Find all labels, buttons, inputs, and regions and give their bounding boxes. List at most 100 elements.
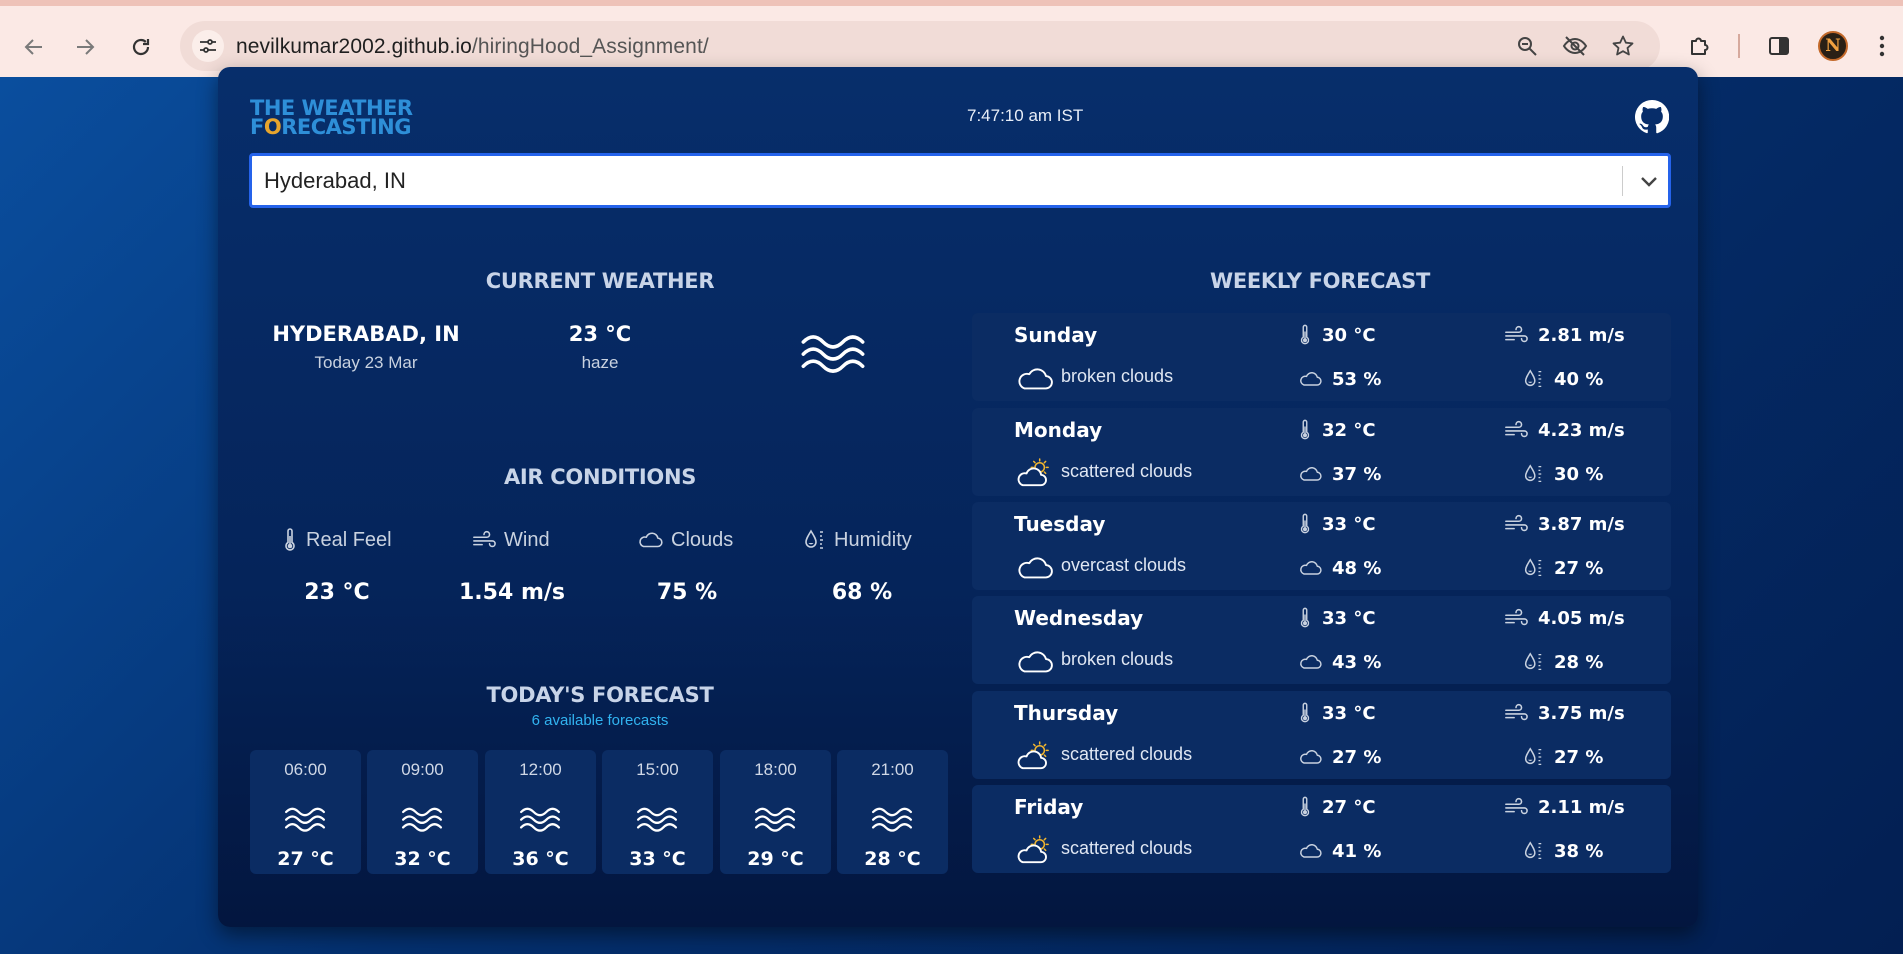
weekly-humidity-value: 40 % [1554,368,1604,390]
weekly-wind-value: 2.11 m/s [1538,796,1625,818]
reload-icon[interactable] [124,30,158,64]
current-description: haze [581,353,619,372]
hourly-forecast-card: 21:00 28 °C [837,750,948,874]
weekly-clouds: 53 % [1298,367,1381,391]
back-icon[interactable] [17,30,51,64]
weekly-clouds-value: 37 % [1332,463,1382,485]
weekly-humidity: 27 % [1522,745,1603,769]
url-text[interactable]: nevilkumar2002.github.io/hiringHood_Assi… [236,35,709,59]
github-icon[interactable] [1634,99,1670,134]
weekly-humidity-value: 30 % [1554,463,1604,485]
weekly-clouds-value: 41 % [1332,840,1382,862]
bookmark-star-icon[interactable] [1610,33,1636,59]
logo-letter-f: F [250,115,264,139]
weekly-temp-value: 33 °C [1322,702,1376,724]
haze-icon [871,804,913,834]
eye-off-icon[interactable] [1562,33,1588,59]
wind-icon [472,530,496,550]
wind-icon [1504,608,1528,628]
haze-icon [636,804,678,834]
weekly-wind-value: 3.87 m/s [1538,513,1625,535]
weekly-wind-value: 4.23 m/s [1538,419,1625,441]
humidity-icon [1522,463,1544,485]
hourly-time: 09:00 [401,760,444,779]
logo-line-2: FORECASTING [250,115,413,139]
humidity-icon [1522,746,1544,768]
hourly-forecast-card: 12:00 36 °C [485,750,596,874]
air-label-clouds: Clouds [637,528,733,552]
hourly-temperature: 27 °C [277,848,334,870]
cloud-icon [1298,465,1322,483]
profile-avatar[interactable]: N [1818,31,1848,61]
hourly-forecast-card: 18:00 29 °C [720,750,831,874]
weekly-description: overcast clouds [1061,555,1187,575]
weekly-clouds: 41 % [1298,839,1381,863]
address-bar[interactable]: nevilkumar2002.github.io/hiringHood_Assi… [180,21,1660,71]
cloud-icon [637,530,663,550]
weekly-wind-value: 3.75 m/s [1538,702,1625,724]
thermometer-icon [282,528,298,552]
thermometer-icon [1298,513,1312,535]
weekly-day: Friday [1014,795,1084,819]
haze-icon [800,330,866,376]
hourly-time: 06:00 [284,760,327,779]
city-search-input[interactable] [264,165,1614,197]
hourly-temperature: 33 °C [629,848,686,870]
air-label-wind: Wind [472,528,550,552]
hourly-time: 21:00 [871,760,914,779]
air-value-wind: 1.54 m/s [459,580,565,605]
thermometer-icon [1298,702,1312,724]
air-conditions-heading: AIR CONDITIONS [503,465,697,489]
humidity-icon [1522,840,1544,862]
weekly-humidity: 38 % [1522,839,1603,863]
weekly-temp: 33 °C [1298,701,1376,725]
wind-icon [1504,797,1528,817]
hourly-forecast-card: 09:00 32 °C [367,750,478,874]
weekly-temp: 32 °C [1298,418,1376,442]
weekly-clouds-value: 48 % [1332,557,1382,579]
thermometer-icon [1298,324,1312,346]
haze-icon [754,804,796,834]
more-icon[interactable] [1870,30,1894,62]
extensions-icon[interactable] [1684,30,1716,62]
weekly-humidity: 40 % [1522,367,1603,391]
thermometer-icon [1298,796,1312,818]
cloud-icon [1016,363,1054,393]
sun-cloud-icon [1016,741,1054,771]
city-search[interactable] [249,153,1671,208]
weekly-wind: 3.75 m/s [1504,701,1625,725]
weekly-row: Monday scattered clouds 32 °C 4.23 m/s 3… [972,408,1671,496]
weekly-wind: 4.23 m/s [1504,418,1625,442]
weekly-wind-value: 2.81 m/s [1538,324,1625,346]
humidity-icon [1522,368,1544,390]
zoom-icon[interactable] [1514,33,1540,59]
air-label-humidity: Humidity [802,528,912,552]
forward-icon[interactable] [68,30,102,64]
sidebar-icon[interactable] [1763,30,1795,62]
air-label-text: Wind [504,528,550,551]
weekly-temp: 30 °C [1298,323,1376,347]
url-path: /hiringHood_Assignment/ [471,35,709,58]
chevron-down-icon[interactable] [1634,168,1664,196]
hourly-forecast-card: 06:00 27 °C [250,750,361,874]
weekly-temp-value: 30 °C [1322,324,1376,346]
hourly-temperature: 28 °C [864,848,921,870]
todays-forecast-heading: TODAY'S FORECAST [486,683,714,707]
weekly-day: Thursday [1014,701,1119,725]
site-info-icon[interactable] [192,30,224,62]
hourly-temperature: 29 °C [747,848,804,870]
air-value-real-feel: 23 °C [304,580,370,605]
toolbar-separator [1738,34,1740,58]
weekly-humidity-value: 27 % [1554,746,1604,768]
air-label-text: Real Feel [306,528,392,551]
cloud-icon [1298,370,1322,388]
weekly-temp: 27 °C [1298,795,1376,819]
weekly-clouds-value: 43 % [1332,651,1382,673]
weekly-day: Wednesday [1014,606,1144,630]
cloud-icon [1298,559,1322,577]
humidity-icon [1522,557,1544,579]
current-weather-heading: CURRENT WEATHER [485,269,715,293]
cloud-icon [1016,552,1054,582]
hourly-temperature: 32 °C [394,848,451,870]
current-date: Today 23 Mar [314,353,418,372]
